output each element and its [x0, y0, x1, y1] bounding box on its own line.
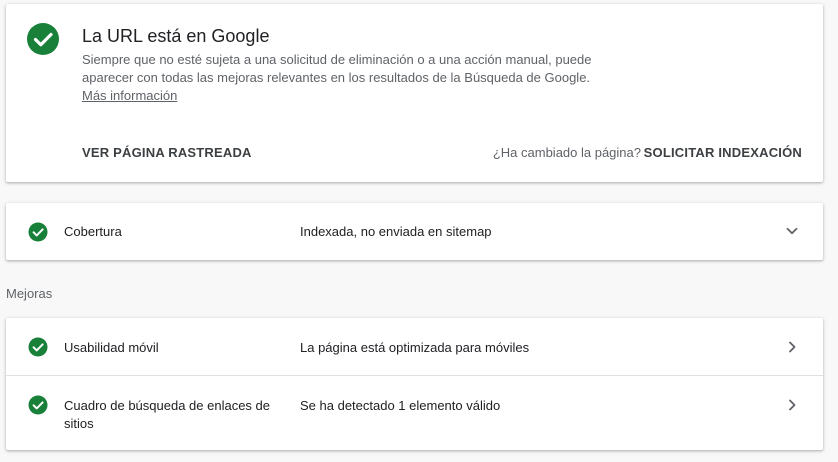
improvement-value: Se ha detectado 1 elemento válido — [300, 398, 501, 413]
improvements-section-label: Mejoras — [6, 286, 53, 301]
improvement-label: Usabilidad móvil — [64, 340, 159, 355]
coverage-label: Cobertura — [64, 224, 122, 239]
coverage-card: Cobertura Indexada, no enviada en sitema… — [6, 203, 823, 260]
more-info-link[interactable]: Más información — [82, 88, 177, 103]
coverage-row[interactable]: Cobertura Indexada, no enviada en sitema… — [6, 203, 823, 260]
improvement-row-sitelinks-searchbox[interactable]: Cuadro de búsqueda de enlaces de sitios … — [6, 376, 823, 450]
chevron-right-icon[interactable] — [783, 396, 801, 414]
chevron-down-icon[interactable] — [783, 222, 801, 240]
coverage-value: Indexada, no enviada en sitemap — [300, 224, 492, 239]
improvement-row-mobile-usability[interactable]: Usabilidad móvil La página está optimiza… — [6, 318, 823, 375]
status-description-text: Siempre que no esté sujeta a una solicit… — [82, 52, 592, 85]
view-crawled-page-button[interactable]: VER PÁGINA RASTREADA — [82, 145, 252, 160]
page-changed-question: ¿Ha cambiado la página? — [492, 145, 641, 160]
check-circle-icon — [28, 337, 48, 357]
improvements-card: Usabilidad móvil La página está optimiza… — [6, 318, 823, 450]
check-circle-icon — [27, 23, 59, 55]
status-description: Siempre que no esté sujeta a una solicit… — [82, 51, 602, 105]
request-indexing-button[interactable]: SOLICITAR INDEXACIÓN — [644, 145, 802, 160]
status-title: La URL está en Google — [82, 26, 270, 46]
check-circle-icon — [28, 395, 48, 415]
check-circle-icon — [28, 222, 48, 242]
improvement-value: La página está optimizada para móviles — [300, 340, 530, 355]
improvement-label: Cuadro de búsqueda de enlaces de sitios — [64, 398, 270, 431]
url-status-card: La URL está en Google Siempre que no est… — [6, 4, 823, 182]
chevron-right-icon[interactable] — [783, 338, 801, 356]
